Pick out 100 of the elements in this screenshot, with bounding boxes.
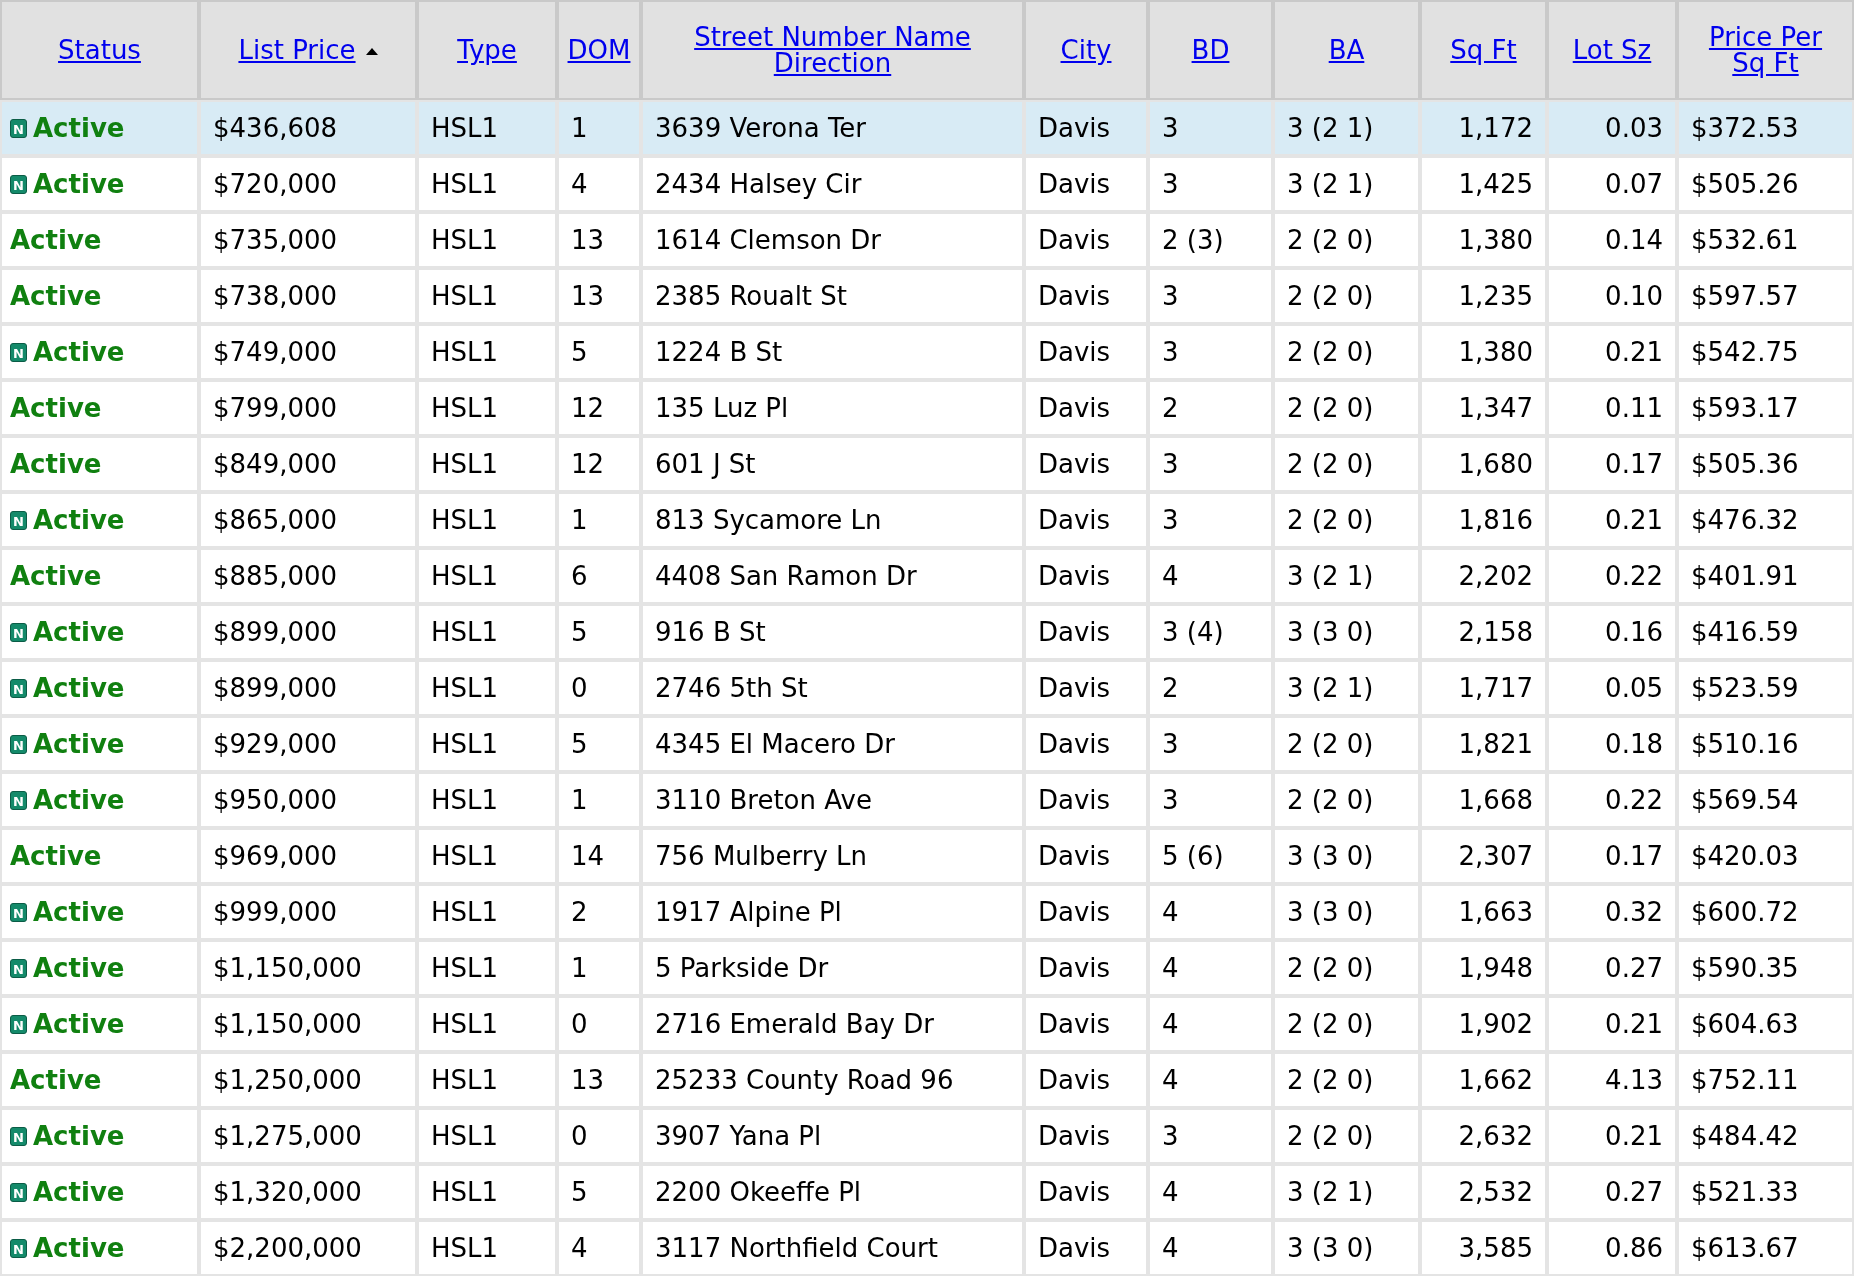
table-cell: 2 (2 0) xyxy=(1287,1120,1374,1151)
table-cell: 3 (3 0) xyxy=(1287,896,1374,927)
table-cell: 2 (2 0) xyxy=(1287,784,1374,815)
new-listing-badge: N xyxy=(10,958,27,978)
column-header-link[interactable]: List Price xyxy=(238,37,356,63)
column-header-link[interactable]: Status xyxy=(58,37,141,63)
column-header-link[interactable]: BA xyxy=(1328,37,1365,63)
status-text: Active xyxy=(33,616,125,647)
listing-row[interactable]: N Active $899,000 HSL1 0 2746 5th St Davis 2 3 (2 1) 1,717 0.05 $523.59 xyxy=(0,660,1854,716)
table-cell: 1,425 xyxy=(1458,168,1533,199)
table-cell: HSL1 xyxy=(431,728,499,759)
new-listing-badge: N xyxy=(10,118,27,138)
column-header-link[interactable]: Sq Ft xyxy=(1450,37,1517,63)
table-cell: $523.59 xyxy=(1691,672,1799,703)
table-cell: 3639 Verona Ter xyxy=(655,112,867,143)
table-cell: 5 Parkside Dr xyxy=(655,952,829,983)
new-listing-badge: N xyxy=(10,622,27,642)
listing-row[interactable]: N Active $899,000 HSL1 5 916 B St Davis 3 (4) 3 (3 0) 2,158 0.16 $416.59 xyxy=(0,604,1854,660)
table-cell: 3 xyxy=(1162,504,1179,535)
table-cell: HSL1 xyxy=(431,952,499,983)
status-text: Active xyxy=(33,1176,125,1207)
table-cell: Davis xyxy=(1038,560,1111,591)
table-cell: 1 xyxy=(571,504,588,535)
table-cell: 1,717 xyxy=(1458,672,1533,703)
table-cell: 0.21 xyxy=(1605,1120,1663,1151)
table-cell: 2 (2 0) xyxy=(1287,728,1374,759)
table-cell: 3 xyxy=(1162,1120,1179,1151)
table-cell: 3 (2 1) xyxy=(1287,1176,1374,1207)
listing-row[interactable]: N Active $1,150,000 HSL1 1 5 Parkside Dr Davis 4 2 (2 0) 1,948 0.27 $590.35 xyxy=(0,940,1854,996)
table-cell: 12 xyxy=(571,392,605,423)
table-cell: 25233 County Road 96 xyxy=(655,1064,954,1095)
table-cell: 0.21 xyxy=(1605,1008,1663,1039)
listing-row[interactable]: N Active $436,608 HSL1 1 3639 Verona Ter Davis 3 3 (2 1) 1,172 0.03 $372.53 xyxy=(0,100,1854,156)
table-cell: 1 xyxy=(571,112,588,143)
table-cell: $735,000 xyxy=(213,224,338,255)
column-header-link[interactable]: DOM xyxy=(567,37,631,63)
table-cell: 1,816 xyxy=(1458,504,1533,535)
table-cell: 3 xyxy=(1162,448,1179,479)
status-text: Active xyxy=(33,1232,125,1263)
listing-row[interactable]: Active $969,000 HSL1 14 756 Mulberry Ln Davis 5 (6) 3 (3 0) 2,307 0.17 $420.03 xyxy=(0,828,1854,884)
table-cell: 1,347 xyxy=(1458,392,1533,423)
table-cell: 0 xyxy=(571,1120,588,1151)
table-cell: $597.57 xyxy=(1691,280,1799,311)
listing-row[interactable]: Active $738,000 HSL1 13 2385 Roualt St Davis 3 2 (2 0) 1,235 0.10 $597.57 xyxy=(0,268,1854,324)
table-cell: $899,000 xyxy=(213,616,338,647)
listing-row[interactable]: N Active $865,000 HSL1 1 813 Sycamore Ln Davis 3 2 (2 0) 1,816 0.21 $476.32 xyxy=(0,492,1854,548)
new-listing-badge: N xyxy=(10,510,27,530)
table-cell: 2434 Halsey Cir xyxy=(655,168,862,199)
table-cell: 2,307 xyxy=(1458,840,1533,871)
column-header-link[interactable]: BD xyxy=(1191,37,1230,63)
listing-row[interactable]: N Active $749,000 HSL1 5 1224 B St Davis 3 2 (2 0) 1,380 0.21 $542.75 xyxy=(0,324,1854,380)
table-cell: 2 (2 0) xyxy=(1287,448,1374,479)
table-cell: $420.03 xyxy=(1691,840,1799,871)
table-cell: Davis xyxy=(1038,840,1111,871)
table-cell: 0.18 xyxy=(1605,728,1663,759)
listing-row[interactable]: N Active $929,000 HSL1 5 4345 El Macero Dr Davis 3 2 (2 0) 1,821 0.18 $510.16 xyxy=(0,716,1854,772)
listing-row[interactable]: N Active $1,320,000 HSL1 5 2200 Okeeffe Pl Davis 4 3 (2 1) 2,532 0.27 $521.33 xyxy=(0,1164,1854,1220)
table-cell: 0.03 xyxy=(1605,112,1663,143)
table-cell: $899,000 xyxy=(213,672,338,703)
listing-row[interactable]: N Active $950,000 HSL1 1 3110 Breton Ave Davis 3 2 (2 0) 1,668 0.22 $569.54 xyxy=(0,772,1854,828)
listing-row[interactable]: N Active $1,275,000 HSL1 0 3907 Yana Pl Davis 3 2 (2 0) 2,632 0.21 $484.42 xyxy=(0,1108,1854,1164)
status-text: Active xyxy=(33,672,125,703)
table-cell: Davis xyxy=(1038,336,1111,367)
table-cell: $372.53 xyxy=(1691,112,1799,143)
table-cell: HSL1 xyxy=(431,840,499,871)
listing-row[interactable]: N Active $720,000 HSL1 4 2434 Halsey Cir Davis 3 3 (2 1) 1,425 0.07 $505.26 xyxy=(0,156,1854,212)
table-cell: 4.13 xyxy=(1605,1064,1663,1095)
table-cell: 4 xyxy=(1162,560,1179,591)
listing-row[interactable]: N Active $1,150,000 HSL1 0 2716 Emerald Bay Dr Davis 4 2 (2 0) 1,902 0.21 $604.63 xyxy=(0,996,1854,1052)
table-cell: 4 xyxy=(1162,896,1179,927)
table-cell: 1,235 xyxy=(1458,280,1533,311)
table-cell: 1917 Alpine Pl xyxy=(655,896,842,927)
status-text: Active xyxy=(33,728,125,759)
table-cell: $604.63 xyxy=(1691,1008,1799,1039)
listing-row[interactable]: N Active $999,000 HSL1 2 1917 Alpine Pl Davis 4 3 (3 0) 1,663 0.32 $600.72 xyxy=(0,884,1854,940)
table-cell: $476.32 xyxy=(1691,504,1799,535)
listing-row[interactable]: Active $885,000 HSL1 6 4408 San Ramon Dr Davis 4 3 (2 1) 2,202 0.22 $401.91 xyxy=(0,548,1854,604)
table-cell: Davis xyxy=(1038,280,1111,311)
column-header-link[interactable]: Lot Sz xyxy=(1572,37,1652,63)
status-text: Active xyxy=(33,112,125,143)
table-cell: Davis xyxy=(1038,392,1111,423)
table-cell: 4345 El Macero Dr xyxy=(655,728,895,759)
listing-row[interactable]: Active $799,000 HSL1 12 135 Luz Pl Davis 2 2 (2 0) 1,347 0.11 $593.17 xyxy=(0,380,1854,436)
table-cell: 2716 Emerald Bay Dr xyxy=(655,1008,934,1039)
column-header-link[interactable]: Type xyxy=(457,37,517,63)
table-cell: 3 (3 0) xyxy=(1287,616,1374,647)
table-cell: $532.61 xyxy=(1691,224,1799,255)
table-cell: 2385 Roualt St xyxy=(655,280,848,311)
table-cell: 3 xyxy=(1162,336,1179,367)
listing-row[interactable]: Active $849,000 HSL1 12 601 J St Davis 3 2 (2 0) 1,680 0.17 $505.36 xyxy=(0,436,1854,492)
listing-row[interactable]: N Active $2,200,000 HSL1 4 3117 Northfield Court Davis 4 3 (3 0) 3,585 0.86 $613.67 xyxy=(0,1220,1854,1276)
listing-row[interactable]: Active $735,000 HSL1 13 1614 Clemson Dr Davis 2 (3) 2 (2 0) 1,380 0.14 $532.61 xyxy=(0,212,1854,268)
column-header-link[interactable]: City xyxy=(1060,37,1112,63)
table-cell: 0.22 xyxy=(1605,784,1663,815)
table-cell: 2 xyxy=(1162,672,1179,703)
table-cell: HSL1 xyxy=(431,896,499,927)
listing-row[interactable]: Active $1,250,000 HSL1 13 25233 County Road 96 Davis 4 2 (2 0) 1,662 4.13 $752.11 xyxy=(0,1052,1854,1108)
status-text: Active xyxy=(33,784,125,815)
table-cell: HSL1 xyxy=(431,1232,499,1263)
table-cell: $505.36 xyxy=(1691,448,1799,479)
